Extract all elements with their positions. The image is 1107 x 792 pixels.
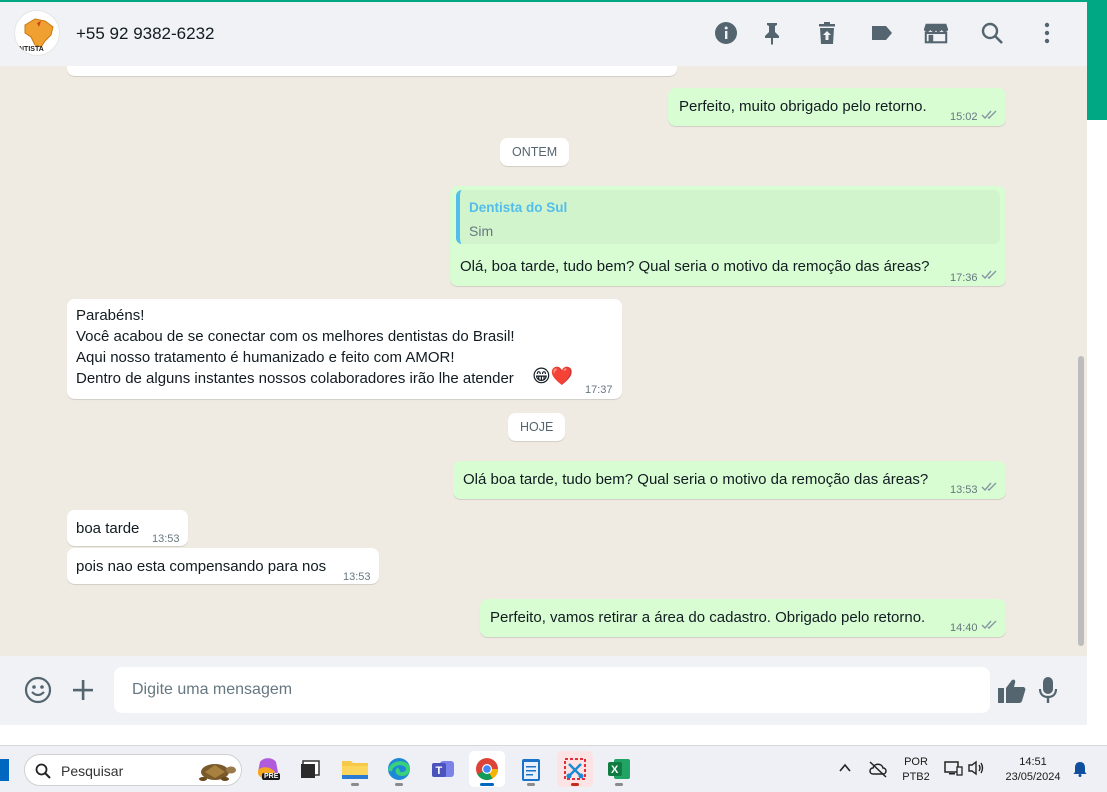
emoji-icon[interactable] (24, 676, 52, 709)
clock-date: 23/05/2024 (1005, 771, 1061, 783)
display-network-icon[interactable] (943, 759, 963, 782)
message-composer (0, 656, 1087, 725)
notification-bell-icon[interactable] (1073, 761, 1087, 782)
running-indicator (395, 783, 403, 786)
desktop-gap (0, 725, 1107, 745)
menu-icon[interactable] (1034, 20, 1060, 46)
windows-taskbar: Pesquisar PRE T X POR PTB2 14:51 23/05/2… (0, 745, 1107, 792)
message-text: Olá boa tarde, tudo bem? Qual seria o mo… (463, 471, 929, 488)
svg-text:T: T (436, 765, 443, 777)
snipping-tool-icon[interactable] (557, 751, 593, 787)
volume-icon[interactable] (967, 760, 985, 781)
message-outgoing[interactable]: Perfeito, vamos retirar a área do cadast… (480, 599, 1006, 637)
message-incoming[interactable]: pois nao esta compensando para nos 13:53 (67, 548, 379, 584)
edge-browser-icon[interactable] (381, 751, 417, 787)
brazil-map-logo: NTISTA (19, 18, 54, 53)
previous-message-partial (67, 66, 677, 76)
language-code: POR (904, 756, 928, 768)
store-icon[interactable] (923, 20, 949, 46)
clock-time: 14:51 (1019, 756, 1047, 768)
message-text: pois nao esta compensando para nos (76, 558, 327, 575)
start-button[interactable] (0, 759, 9, 781)
message-time: 13:53 (950, 484, 978, 496)
message-line: Parabéns! (76, 307, 145, 324)
task-view-icon[interactable] (292, 751, 328, 787)
notepad-app-icon[interactable] (513, 751, 549, 787)
preview-badge: PRE (262, 773, 281, 780)
running-indicator (571, 783, 579, 786)
copilot-app-icon[interactable]: PRE (250, 751, 286, 787)
cloud-offline-icon[interactable] (868, 760, 888, 783)
quoted-author: Dentista do Sul (469, 200, 568, 215)
clock[interactable]: 14:51 23/05/2024 (997, 755, 1069, 785)
quoted-text: Sim (469, 223, 494, 239)
chat-area[interactable]: Perfeito, muito obrigado pelo retorno. 1… (0, 66, 1087, 656)
avatar-text: NTISTA (19, 46, 44, 53)
message-time: 17:36 (950, 272, 978, 284)
emoji-grin-heart-icon: 😁❤️ (532, 366, 574, 387)
info-icon[interactable] (713, 20, 739, 46)
pin-icon[interactable] (759, 20, 785, 46)
date-divider-today: HOJE (508, 413, 566, 441)
message-outgoing[interactable]: Perfeito, muito obrigado pelo retorno. 1… (668, 88, 1006, 126)
teams-app-icon[interactable]: T (425, 751, 461, 787)
taskbar-search[interactable]: Pesquisar (24, 754, 242, 786)
chat-header: NTISTA +55 92 9382-6232 (0, 2, 1087, 66)
attach-plus-icon[interactable] (71, 678, 95, 707)
language-indicator[interactable]: POR PTB2 (900, 755, 932, 785)
file-explorer-icon[interactable] (337, 751, 373, 787)
running-indicator (351, 783, 359, 786)
scrollbar-thumb[interactable] (1078, 356, 1084, 646)
chevron-up-icon[interactable] (838, 761, 852, 780)
read-ticks-icon (981, 482, 997, 492)
svg-text:X: X (611, 764, 619, 776)
message-time: 13:53 (152, 533, 180, 545)
running-indicator (527, 783, 535, 786)
quoted-message[interactable]: Dentista do Sul Sim (456, 190, 1000, 244)
message-incoming[interactable]: boa tarde 13:53 (67, 510, 188, 546)
keyboard-layout: PTB2 (902, 771, 930, 783)
message-time: 13:53 (343, 571, 371, 583)
delete-icon[interactable] (814, 20, 840, 46)
turtle-highlight-icon (199, 764, 236, 781)
contact-avatar[interactable]: NTISTA (14, 10, 60, 56)
excel-app-icon[interactable]: X (601, 751, 637, 787)
message-text: Perfeito, muito obrigado pelo retorno. (679, 98, 927, 115)
message-text: Perfeito, vamos retirar a área do cadast… (490, 609, 926, 626)
read-ticks-icon (981, 270, 997, 280)
read-ticks-icon (981, 620, 997, 630)
message-incoming[interactable]: Parabéns! Você acabou de se conectar com… (67, 299, 622, 399)
search-label: Pesquisar (61, 763, 124, 779)
label-icon[interactable] (869, 20, 895, 46)
message-text: Olá, boa tarde, tudo bem? Qual seria o m… (460, 258, 930, 275)
chrome-browser-icon[interactable] (469, 751, 505, 787)
message-input[interactable] (114, 667, 990, 713)
contact-name[interactable]: +55 92 9382-6232 (76, 24, 215, 44)
message-outgoing[interactable]: Olá boa tarde, tudo bem? Qual seria o mo… (453, 461, 1006, 499)
search-icon[interactable] (979, 20, 1005, 46)
microphone-icon[interactable] (1038, 676, 1058, 709)
search-icon (35, 763, 51, 779)
message-outgoing-reply[interactable]: Dentista do Sul Sim Olá, boa tarde, tudo… (450, 186, 1006, 286)
running-indicator (615, 783, 623, 786)
date-divider-yesterday: ONTEM (500, 138, 570, 166)
message-line: Dentro de alguns instantes nossos colabo… (76, 370, 514, 387)
active-indicator (480, 783, 494, 786)
thumbs-up-icon[interactable] (997, 677, 1027, 710)
message-line: Você acabou de se conectar com os melhor… (76, 328, 515, 345)
message-time: 15:02 (950, 111, 978, 123)
message-text: boa tarde (76, 520, 140, 537)
message-time: 17:37 (585, 384, 613, 396)
message-line: Aqui nosso tratamento é humanizado e fei… (76, 349, 455, 366)
chat-scrollbar[interactable] (1077, 66, 1085, 656)
window-edge (1087, 0, 1107, 725)
read-ticks-icon (981, 110, 997, 120)
message-time: 14:40 (950, 622, 978, 634)
